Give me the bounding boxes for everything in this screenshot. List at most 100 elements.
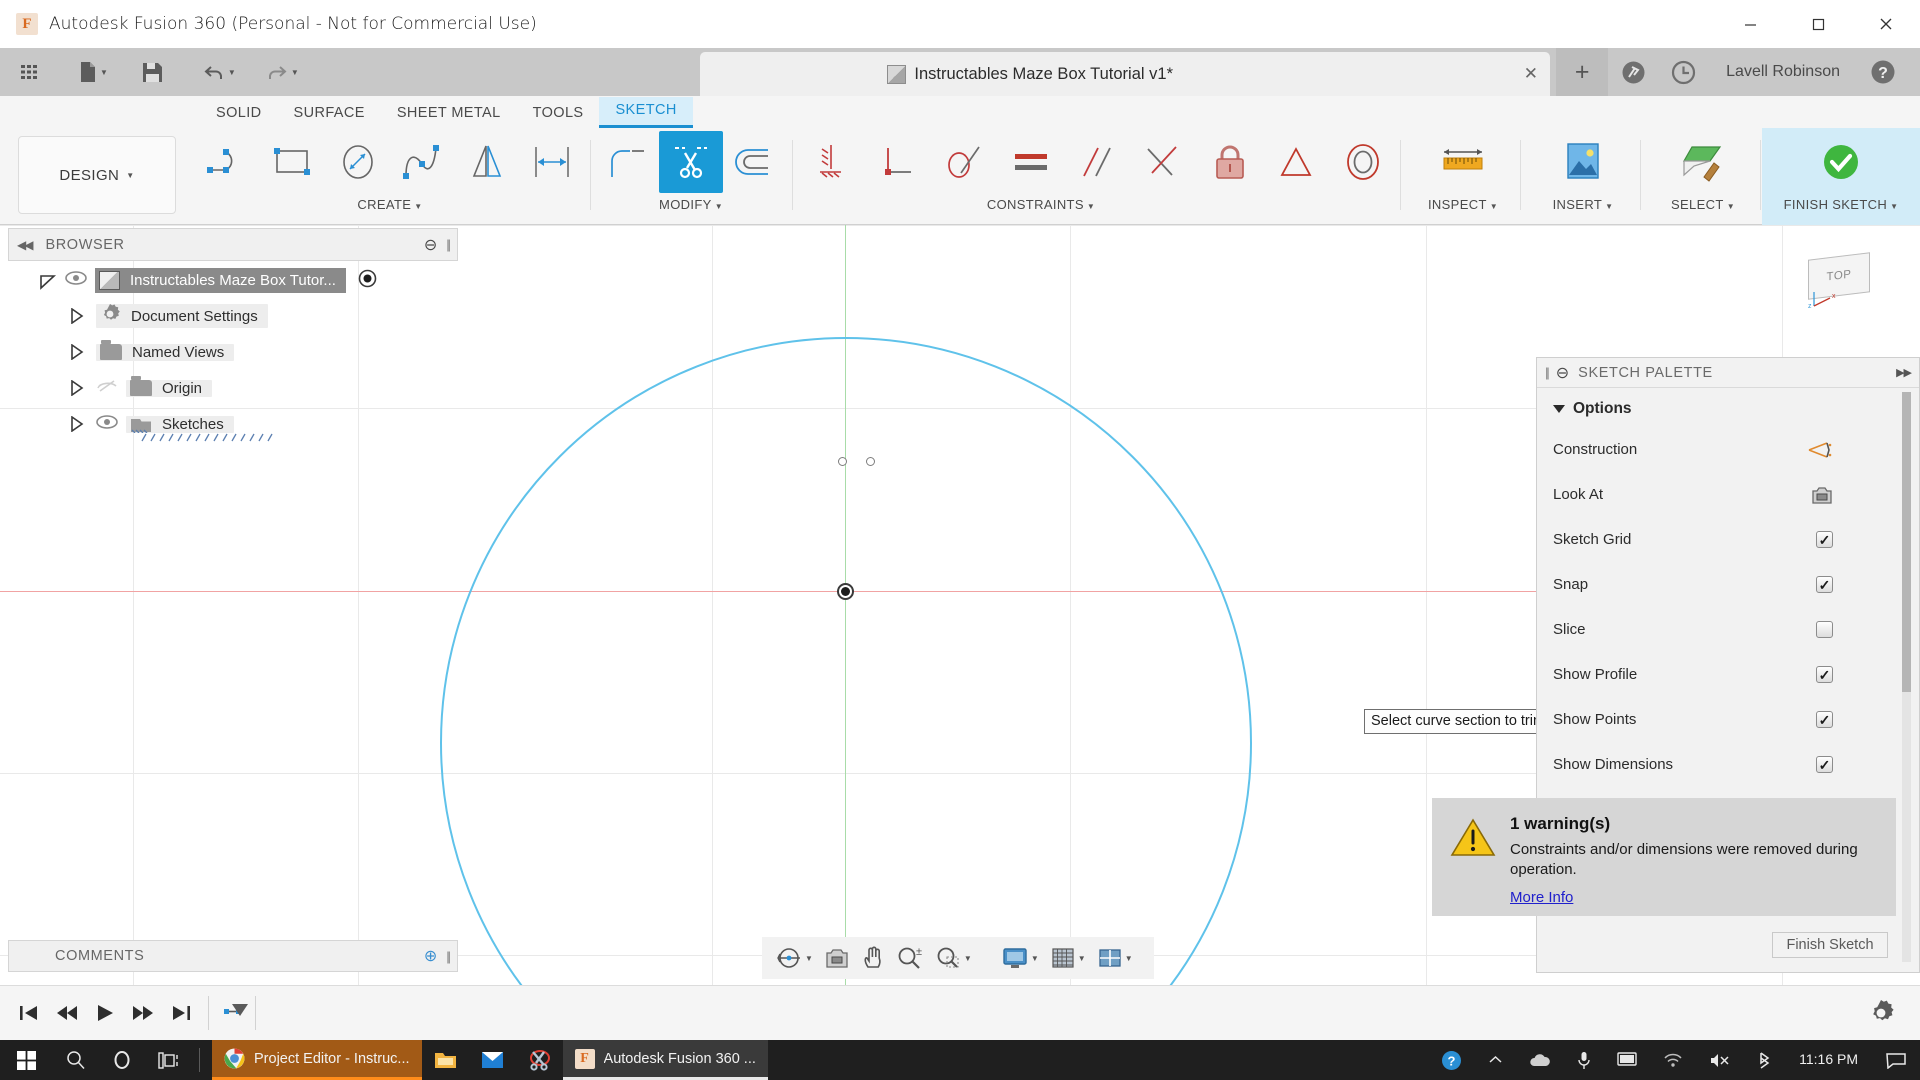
extension-manager-icon[interactable]: [1608, 48, 1658, 96]
sketch-point[interactable]: [866, 457, 875, 466]
perpendicular-icon[interactable]: [1130, 131, 1196, 193]
document-tab[interactable]: Instructables Maze Box Tutorial v1* ✕: [700, 52, 1550, 96]
minimize-button[interactable]: [1716, 0, 1784, 48]
spline-icon[interactable]: [390, 131, 455, 193]
finish-check-icon[interactable]: [1807, 131, 1875, 193]
midpoint-icon[interactable]: [1263, 131, 1329, 193]
circle-icon[interactable]: [325, 131, 390, 193]
step-back-icon[interactable]: [48, 994, 86, 1032]
windows-start-icon[interactable]: [0, 1040, 53, 1080]
finish-sketch-button[interactable]: Finish Sketch: [1772, 932, 1888, 958]
zoom-window-icon[interactable]: ▼: [929, 938, 978, 978]
rectangle-icon[interactable]: [261, 131, 326, 193]
concentric-icon[interactable]: [1330, 131, 1396, 193]
mic-icon[interactable]: [1564, 1040, 1604, 1080]
add-comment-icon[interactable]: ⊕: [424, 946, 437, 966]
line-icon[interactable]: [196, 131, 261, 193]
grid-snaps-icon[interactable]: ▼: [1045, 938, 1092, 978]
undo-icon[interactable]: ▼: [194, 48, 245, 96]
palette-row-show-points[interactable]: Show Points ✓: [1537, 697, 1919, 742]
show-dimensions-checkbox[interactable]: ✓: [1816, 756, 1833, 773]
expand-arrow-right-icon[interactable]: [70, 379, 84, 397]
tab-sheet-metal[interactable]: SHEET METAL: [381, 100, 517, 128]
orbit-icon[interactable]: ▼: [770, 938, 819, 978]
zoom-icon[interactable]: ±: [891, 938, 929, 978]
mirror-icon[interactable]: [455, 131, 520, 193]
skip-to-start-icon[interactable]: [10, 994, 48, 1032]
slice-checkbox[interactable]: [1816, 621, 1833, 638]
snap-checkbox[interactable]: ✓: [1816, 576, 1833, 593]
construction-line-icon[interactable]: [1807, 440, 1833, 460]
activate-component-radio[interactable]: [358, 269, 377, 292]
panel-grip[interactable]: ||: [1545, 365, 1550, 380]
show-profile-checkbox[interactable]: ✓: [1816, 666, 1833, 683]
pan-hand-icon[interactable]: [855, 938, 891, 978]
taskbar-app-fusion360[interactable]: F Autodesk Fusion 360 ...: [562, 1040, 768, 1080]
coincident-icon[interactable]: [798, 131, 864, 193]
chevron-down-icon[interactable]: ▼: [228, 68, 236, 77]
measure-icon[interactable]: [1429, 131, 1497, 193]
ribbon-group-label-finish-sketch[interactable]: FINISH SKETCH ▼: [1762, 197, 1920, 212]
display-settings-icon[interactable]: ▼: [996, 938, 1045, 978]
step-forward-icon[interactable]: [124, 994, 162, 1032]
sketch-circle-entity[interactable]: [440, 337, 1252, 985]
help-circle-icon[interactable]: ?: [1428, 1040, 1475, 1080]
expand-arrow-right-icon[interactable]: [70, 343, 84, 361]
taskbar-app-snipping-tool[interactable]: [516, 1040, 563, 1080]
redo-icon[interactable]: ▼: [257, 48, 308, 96]
select-paint-icon[interactable]: [1669, 131, 1737, 193]
chevron-down-icon[interactable]: ▼: [805, 954, 813, 963]
onedrive-icon[interactable]: [1516, 1040, 1564, 1080]
tab-surface[interactable]: SURFACE: [278, 100, 381, 128]
new-file-icon[interactable]: ▼: [70, 48, 117, 96]
chevron-down-icon[interactable]: ▼: [126, 171, 134, 180]
palette-scrollbar[interactable]: [1902, 392, 1911, 962]
tree-row-origin[interactable]: Origin: [8, 370, 458, 406]
tree-row-sketches[interactable]: Sketches: [8, 406, 458, 442]
look-at-icon[interactable]: [819, 938, 855, 978]
user-account-name[interactable]: Lavell Robinson: [1708, 63, 1858, 81]
ribbon-group-label-select[interactable]: SELECT ▼: [1648, 197, 1758, 212]
eye-visible-icon[interactable]: [96, 415, 118, 433]
chevron-down-icon[interactable]: ▼: [1031, 954, 1039, 963]
view-cube[interactable]: TOP z x: [1800, 250, 1878, 310]
tab-tools[interactable]: TOOLS: [517, 100, 600, 128]
dimension-icon[interactable]: [519, 131, 584, 193]
expand-arrow-right-icon[interactable]: [70, 307, 84, 325]
origin-point[interactable]: [837, 583, 854, 600]
look-at-icon[interactable]: [1811, 485, 1833, 505]
bluetooth-icon[interactable]: [1744, 1040, 1785, 1080]
volume-mute-icon[interactable]: [1696, 1040, 1744, 1080]
palette-section-options[interactable]: Options: [1537, 388, 1919, 427]
collapse-panel-icon[interactable]: ◀◀: [17, 238, 34, 252]
help-icon[interactable]: ?: [1858, 48, 1908, 96]
new-tab-button[interactable]: +: [1556, 48, 1609, 96]
taskbar-clock[interactable]: 11:16 PM: [1785, 1052, 1872, 1067]
tab-solid[interactable]: SOLID: [200, 100, 278, 128]
viewports-icon[interactable]: ▼: [1092, 938, 1139, 978]
cortana-icon[interactable]: [99, 1040, 145, 1080]
panel-grip[interactable]: ||: [446, 949, 451, 964]
equal-icon[interactable]: [997, 131, 1063, 193]
palette-row-construction[interactable]: Construction: [1537, 427, 1919, 472]
fix-lock-icon[interactable]: [1197, 131, 1263, 193]
tree-row-named-views[interactable]: Named Views: [8, 334, 458, 370]
sketch-point[interactable]: [838, 457, 847, 466]
taskbar-app-chrome[interactable]: Project Editor - Instruc...: [212, 1040, 422, 1080]
eye-hidden-icon[interactable]: [96, 379, 118, 398]
more-info-link[interactable]: More Info: [1510, 889, 1573, 906]
search-icon[interactable]: [53, 1040, 99, 1080]
chevron-down-icon[interactable]: ▼: [964, 954, 972, 963]
ribbon-group-label-constraints[interactable]: CONSTRAINTS ▼: [686, 197, 1396, 212]
save-icon[interactable]: [133, 48, 172, 96]
ribbon-group-label-create[interactable]: CREATE ▼: [196, 197, 584, 212]
fillet-icon[interactable]: [596, 131, 659, 193]
skip-to-end-icon[interactable]: [162, 994, 200, 1032]
taskbar-app-file-explorer[interactable]: [422, 1040, 469, 1080]
display-icon[interactable]: [1604, 1040, 1650, 1080]
palette-row-show-profile[interactable]: Show Profile ✓: [1537, 652, 1919, 697]
tangent-icon[interactable]: [931, 131, 997, 193]
chevron-down-icon[interactable]: ▼: [1078, 954, 1086, 963]
minus-icon[interactable]: ⊖: [1556, 363, 1569, 383]
notification-icon[interactable]: [1872, 1040, 1920, 1080]
